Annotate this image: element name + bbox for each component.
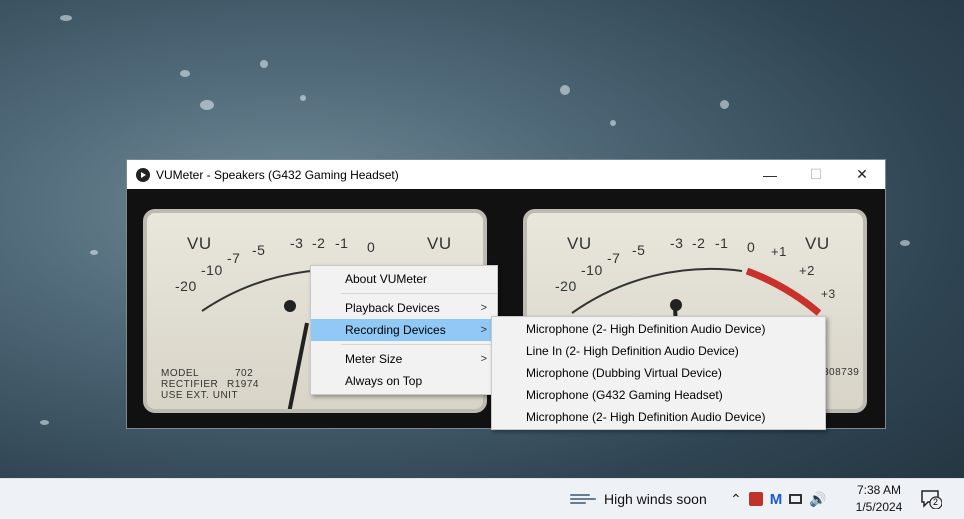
window-title: VUMeter - Speakers (G432 Gaming Headset) xyxy=(156,167,399,182)
scale-label: +2 xyxy=(799,263,815,278)
scale-label: -7 xyxy=(607,250,621,266)
menu-item-meter-size[interactable]: Meter Size > xyxy=(311,348,497,370)
recording-device-item[interactable]: Microphone (2- High Definition Audio Dev… xyxy=(492,406,825,428)
scale-label: -2 xyxy=(692,235,706,251)
context-menu: About VUMeter Playback Devices > Recordin… xyxy=(310,265,498,395)
menu-item-label: Recording Devices xyxy=(345,323,446,337)
network-icon[interactable] xyxy=(789,494,803,504)
volume-icon[interactable]: 🔊 xyxy=(809,491,826,508)
scale-label: -20 xyxy=(555,278,577,294)
chevron-up-icon[interactable]: ⌃ xyxy=(730,491,742,508)
rectifier-number: R1974 xyxy=(227,379,259,390)
menu-item-label: Meter Size xyxy=(345,352,403,366)
recording-device-item[interactable]: Microphone (G432 Gaming Headset) xyxy=(492,384,825,406)
chevron-right-icon: > xyxy=(480,324,487,336)
malwarebytes-icon[interactable]: M xyxy=(770,491,783,508)
vu-label-right: VU xyxy=(427,234,452,253)
recording-device-item[interactable]: Microphone (Dubbing Virtual Device) xyxy=(492,362,825,384)
weather-widget[interactable]: High winds soon xyxy=(570,479,707,519)
maximize-button[interactable]: ☐ xyxy=(793,160,839,189)
scale-label: 0 xyxy=(367,239,376,255)
minimize-button[interactable]: — xyxy=(747,160,793,189)
menu-separator xyxy=(341,344,497,345)
recording-device-item[interactable]: Line In (2- High Definition Audio Device… xyxy=(492,340,825,362)
dropbox-icon[interactable] xyxy=(748,492,763,506)
scale-label: -20 xyxy=(175,278,197,294)
scale-label: +3 xyxy=(821,287,836,301)
scale-label: -2 xyxy=(312,235,326,251)
scale-label: -1 xyxy=(715,235,729,251)
menu-item-label: Playback Devices xyxy=(345,301,440,315)
recording-devices-submenu: Microphone (2- High Definition Audio Dev… xyxy=(491,316,826,430)
scale-label: -1 xyxy=(335,235,349,251)
model-label: MODEL xyxy=(161,368,200,379)
scale-label: -5 xyxy=(252,242,266,258)
scale-label: -5 xyxy=(632,242,646,258)
scale-label: 0 xyxy=(747,239,756,255)
chevron-right-icon: > xyxy=(480,302,487,314)
vu-label-left: VU xyxy=(187,234,212,253)
taskbar: High winds soon ⌃ M 🔊 7:38 AM 1/5/2024 2 xyxy=(0,478,964,519)
recording-device-item[interactable]: Microphone (2- High Definition Audio Dev… xyxy=(492,318,825,340)
ext-unit-label: USE EXT. UNIT xyxy=(161,390,239,401)
vu-label-left: VU xyxy=(567,234,592,253)
speaker-icon xyxy=(136,167,150,182)
scale-label: -3 xyxy=(670,235,684,251)
menu-item-playback-devices[interactable]: Playback Devices > xyxy=(311,297,497,319)
scale-label: -10 xyxy=(201,262,223,278)
clock-time: 7:38 AM xyxy=(856,483,902,497)
notification-center-button[interactable]: 2 xyxy=(920,489,943,510)
notification-icon xyxy=(921,490,943,510)
close-button[interactable]: ✕ xyxy=(839,160,885,189)
system-tray: ⌃ M 🔊 xyxy=(730,479,827,519)
menu-item-about[interactable]: About VUMeter xyxy=(311,268,497,290)
weather-text: High winds soon xyxy=(604,491,707,507)
serial-number: 308739 xyxy=(823,367,860,378)
title-bar[interactable]: VUMeter - Speakers (G432 Gaming Headset)… xyxy=(127,160,885,189)
vu-label-right: VU xyxy=(805,234,830,253)
scale-label: -10 xyxy=(581,262,603,278)
chevron-right-icon: > xyxy=(480,353,487,365)
wind-icon xyxy=(570,492,596,506)
clock-date: 1/5/2024 xyxy=(855,500,903,514)
scale-label: -7 xyxy=(227,250,241,266)
notification-count: 2 xyxy=(933,497,939,507)
menu-separator xyxy=(341,293,497,294)
menu-item-always-on-top[interactable]: Always on Top xyxy=(311,370,497,392)
model-number: 702 xyxy=(235,368,254,379)
scale-label: +1 xyxy=(771,244,787,259)
scale-label: -3 xyxy=(290,235,304,251)
rectifier-label: RECTIFIER xyxy=(161,379,219,390)
menu-item-label: Always on Top xyxy=(345,374,423,388)
clock[interactable]: 7:38 AM 1/5/2024 xyxy=(846,482,912,516)
menu-item-recording-devices[interactable]: Recording Devices > xyxy=(311,319,497,341)
menu-item-label: About VUMeter xyxy=(345,272,428,286)
